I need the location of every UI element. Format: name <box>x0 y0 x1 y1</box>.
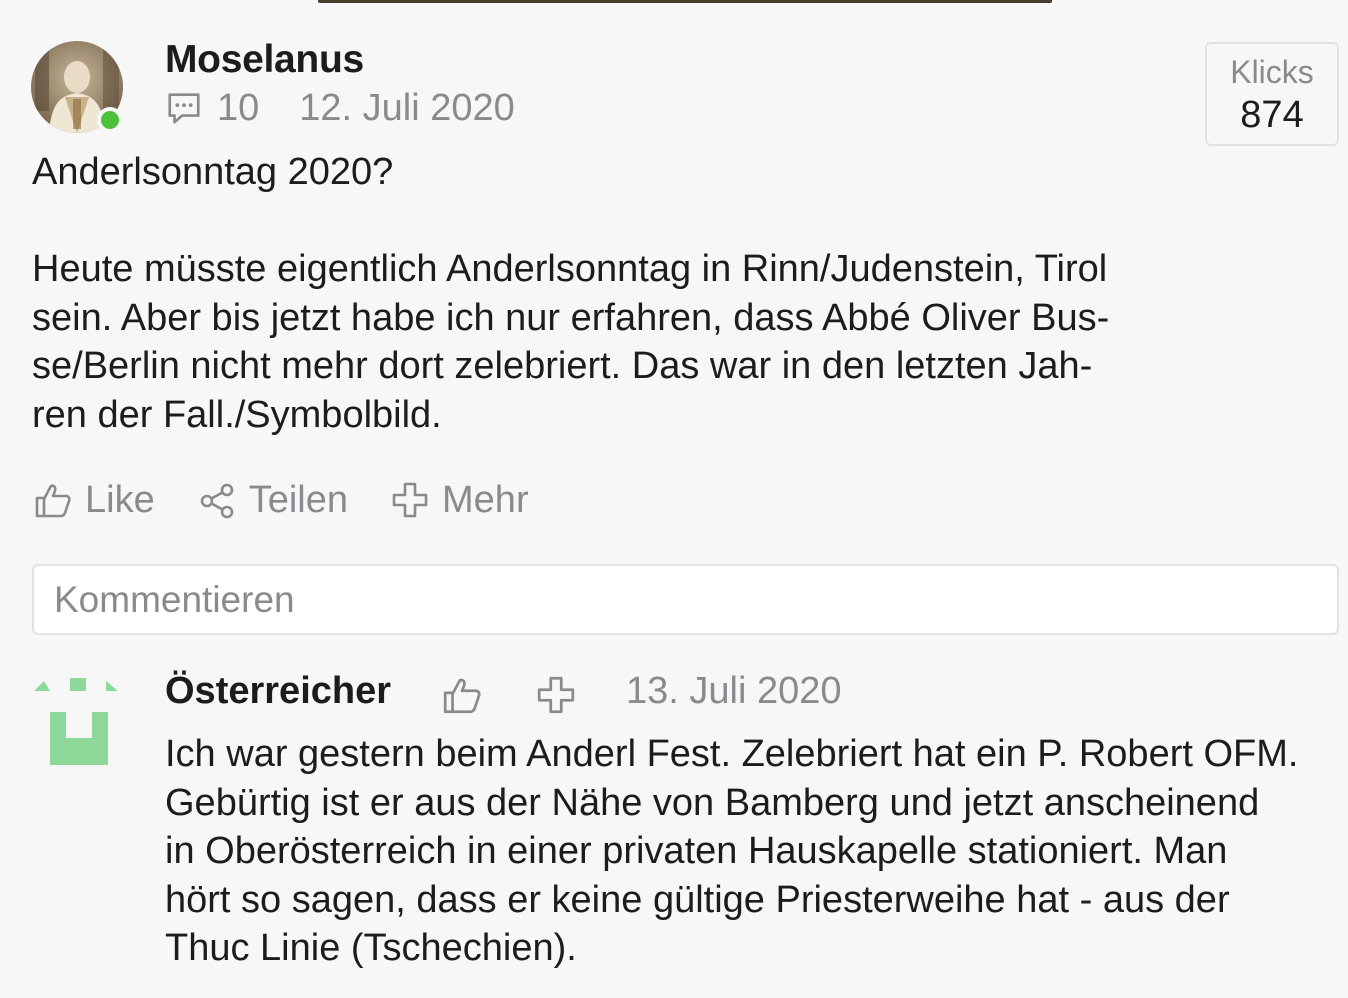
comment-body-line: Ich war gestern beim Anderl Fest. Zelebr… <box>165 733 1299 775</box>
post-author-name[interactable]: Moselanus <box>165 38 364 82</box>
post-meta: 10 12. Juli 2020 <box>165 86 515 130</box>
comment-date: 13. Juli 2020 <box>626 670 842 712</box>
post-body-line: sein. Aber bis jetzt habe ich nur erfahr… <box>32 296 1110 339</box>
share-button[interactable]: Teilen <box>197 479 348 522</box>
like-label: Like <box>85 478 155 521</box>
more-button[interactable]: Mehr <box>390 479 529 522</box>
online-status-indicator <box>97 107 123 133</box>
comment-body-line: hört so sagen, dass er keine gültige Pri… <box>165 878 1230 921</box>
comment-like-icon[interactable] <box>441 674 483 716</box>
comment-body: Ich war gestern beim Anderl Fest. Zelebr… <box>165 730 1345 973</box>
share-icon <box>200 483 234 519</box>
clicks-value: 874 <box>1240 94 1304 136</box>
post-body-line: Heute müsste eigentlich Anderlsonntag in… <box>32 248 1108 290</box>
comment-input[interactable] <box>32 564 1339 635</box>
post-actions: Like Teilen Mehr <box>33 474 529 526</box>
post-body: Heute müsste eigentlich Anderlsonntag in… <box>32 245 1182 439</box>
post-body-line: ren der Fall./Symbolbild. <box>32 393 442 436</box>
plus-cross-icon <box>392 482 428 518</box>
post-title: Anderlsonntag 2020? <box>32 151 394 193</box>
header-image-strip <box>318 0 1052 3</box>
commenter-avatar-pattern <box>34 678 118 765</box>
comment-body-line: Gebürtig ist er aus der Nähe von Bamberg… <box>165 781 1260 824</box>
share-label: Teilen <box>248 478 349 521</box>
comment-body-line: Thuc Linie (Tschechien). <box>165 927 577 970</box>
like-button[interactable]: Like <box>33 479 155 522</box>
post-body-line: se/Berlin nicht mehr dort zelebriert. Da… <box>32 345 1093 388</box>
comment-count[interactable]: 10 <box>217 87 259 130</box>
comment-bubble-icon <box>168 93 200 124</box>
thumbs-up-icon <box>35 484 71 518</box>
more-label: Mehr <box>442 478 529 521</box>
post-date: 12. Juli 2020 <box>299 86 515 129</box>
comment-author-name[interactable]: Österreicher <box>165 670 391 713</box>
commenter-avatar[interactable] <box>34 676 122 768</box>
clicks-label: Klicks <box>1230 54 1314 90</box>
comment-more-icon[interactable] <box>535 674 577 716</box>
comment-body-line: in Oberösterreich in einer privaten Haus… <box>165 830 1228 873</box>
clicks-counter: Klicks 874 <box>1205 42 1339 146</box>
